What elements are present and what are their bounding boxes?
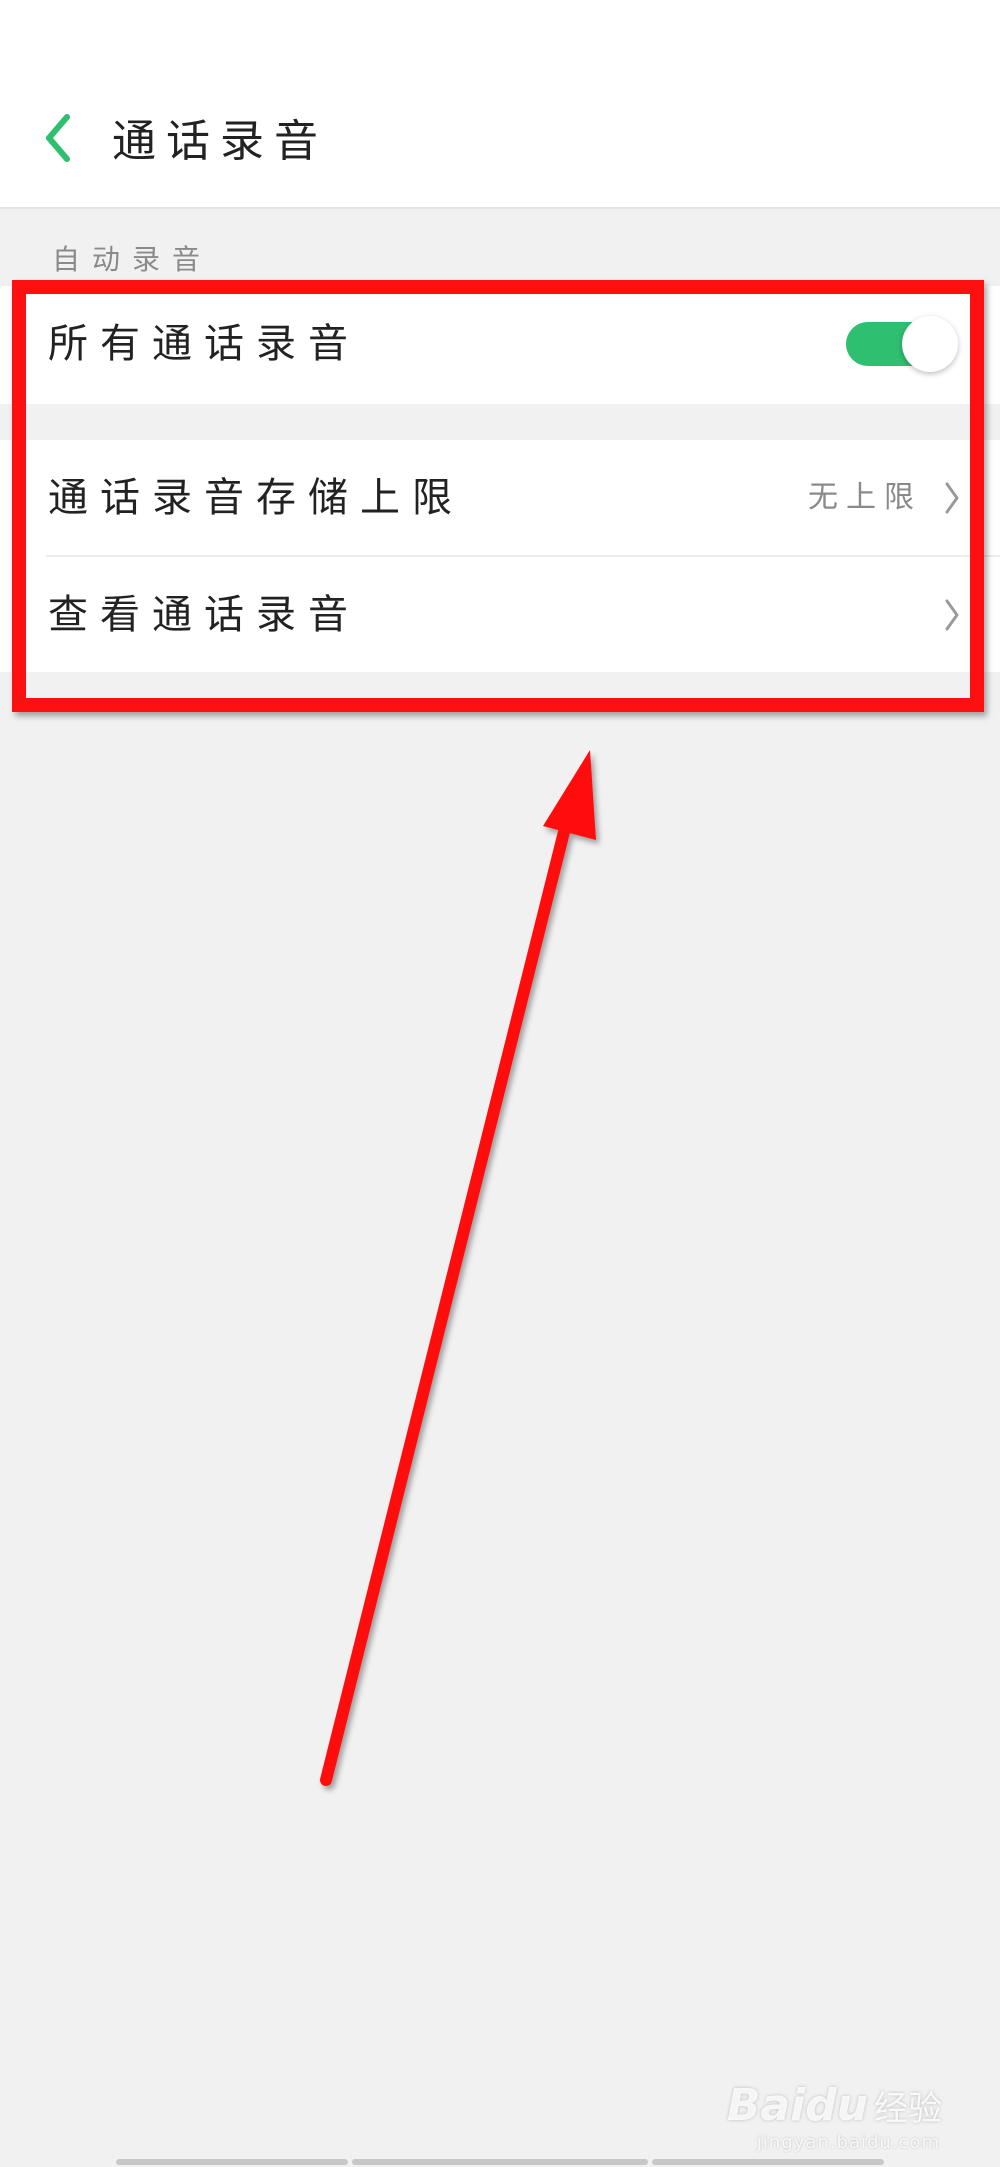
settings-group-auto-record: 所有通话录音 (0, 286, 1000, 404)
page-title: 通话录音 (112, 116, 328, 167)
settings-group-storage: 通话录音存储上限 无上限 查看通话录音 (0, 440, 1000, 672)
gesture-bar-left (116, 2159, 348, 2165)
chevron-right-icon (945, 599, 959, 631)
toggle-knob (902, 316, 958, 372)
all-calls-recording-toggle[interactable] (846, 316, 958, 372)
back-button[interactable] (34, 106, 82, 170)
row-label: 所有通话录音 (48, 321, 360, 367)
row-label: 查看通话录音 (48, 592, 360, 638)
storage-limit-value: 无上限 (808, 480, 922, 515)
gesture-bar-center (352, 2159, 648, 2165)
row-storage-limit[interactable]: 通话录音存储上限 无上限 (0, 440, 1000, 556)
watermark-logo: Baidu 经验 (727, 2080, 942, 2131)
watermark-url: jingyan.baidu.com (756, 2132, 940, 2153)
chevron-left-icon (46, 114, 70, 162)
watermark-cn: 经验 (874, 2089, 942, 2129)
chevron-right-icon (945, 482, 959, 514)
row-view-recordings[interactable]: 查看通话录音 (0, 557, 1000, 672)
row-label: 通话录音存储上限 (48, 475, 464, 521)
app-header: 通话录音 (0, 0, 1000, 209)
gesture-bar-right (652, 2159, 884, 2165)
row-all-calls-recording[interactable]: 所有通话录音 (0, 286, 1000, 404)
section-label-auto-record: 自动录音 (52, 243, 213, 276)
watermark-brand: Baidu (726, 2080, 868, 2131)
